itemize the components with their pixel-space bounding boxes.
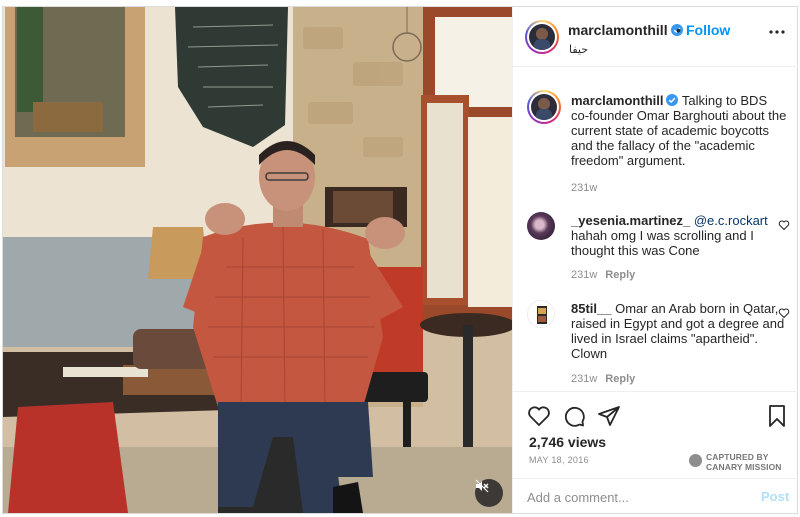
commenter-avatar[interactable] xyxy=(527,300,555,328)
paper-plane-icon[interactable] xyxy=(597,404,621,428)
post-actions-section: 2,746 views MAY 18, 2016 CAPTURED BY CAN… xyxy=(513,391,798,513)
heart-icon[interactable] xyxy=(778,307,790,319)
video-frame-illustration xyxy=(3,7,512,513)
comment-text-block: 85til__ Omar an Arab born in Qatar, rais… xyxy=(571,301,787,361)
comment-username[interactable]: 85til__ xyxy=(571,301,611,316)
caption-author-avatar[interactable] xyxy=(527,90,561,124)
watermark-line1: CAPTURED BY xyxy=(706,452,769,462)
comment-mention-link[interactable]: @e.c.rockart xyxy=(694,213,768,228)
caption-text-block: marclamonthill Talking to BDS co-founder… xyxy=(571,93,787,168)
instagram-post-window: marclamonthill • Follow حيفا marclamonth… xyxy=(2,6,798,514)
reply-button[interactable]: Reply xyxy=(605,373,635,385)
speaker-muted-icon xyxy=(475,479,489,493)
comment-age[interactable]: 231w xyxy=(571,373,597,385)
comments-list[interactable]: marclamonthill Talking to BDS co-founder… xyxy=(513,68,798,391)
view-count[interactable]: 2,746 views xyxy=(529,434,606,450)
author-username-link[interactable]: marclamonthill xyxy=(568,22,683,38)
caption-age[interactable]: 231w xyxy=(571,182,597,194)
canary-mission-icon xyxy=(689,454,702,467)
post-date: MAY 18, 2016 xyxy=(529,455,589,465)
post-details-panel: marclamonthill • Follow حيفا marclamonth… xyxy=(512,7,798,513)
mute-toggle-button[interactable] xyxy=(475,479,503,507)
post-video[interactable] xyxy=(3,7,512,513)
commenter-avatar[interactable] xyxy=(527,212,555,240)
heart-icon[interactable] xyxy=(778,219,790,231)
author-avatar[interactable] xyxy=(525,20,559,54)
comment-meta: 231w Reply xyxy=(571,269,635,281)
more-options-icon[interactable] xyxy=(769,29,785,35)
caption-meta: 231w xyxy=(571,182,597,194)
reply-button[interactable]: Reply xyxy=(605,269,635,281)
add-comment-bar: Post xyxy=(513,478,798,514)
comment-age[interactable]: 231w xyxy=(571,269,597,281)
author-username[interactable]: marclamonthill xyxy=(568,22,668,38)
comment-item: _yesenia.martinez_ @e.c.rockart hahah om… xyxy=(527,212,790,292)
comment-text: hahah omg I was scrolling and I thought … xyxy=(571,228,754,258)
follow-button[interactable]: Follow xyxy=(686,22,730,38)
post-caption: marclamonthill Talking to BDS co-founder… xyxy=(527,90,787,200)
watermark-line2: CANARY MISSION xyxy=(706,462,782,472)
comment-item: 85til__ Omar an Arab born in Qatar, rais… xyxy=(527,300,790,390)
bookmark-icon[interactable] xyxy=(765,404,789,428)
comment-username[interactable]: _yesenia.martinez_ xyxy=(571,213,690,228)
post-location[interactable]: حيفا xyxy=(569,43,588,56)
comment-bubble-icon[interactable] xyxy=(562,404,586,428)
like-heart-icon[interactable] xyxy=(527,404,551,428)
verified-badge-icon xyxy=(666,94,679,106)
comment-text-block: _yesenia.martinez_ @e.c.rockart hahah om… xyxy=(571,213,787,258)
comment-meta: 231w Reply xyxy=(571,373,635,385)
post-comment-button[interactable]: Post xyxy=(761,489,789,504)
post-header: marclamonthill • Follow حيفا xyxy=(513,7,798,67)
add-comment-input[interactable] xyxy=(527,488,747,506)
header-separator-dot: • xyxy=(676,22,681,38)
canary-mission-watermark: CAPTURED BY CANARY MISSION xyxy=(689,450,789,472)
caption-username[interactable]: marclamonthill xyxy=(571,93,663,108)
